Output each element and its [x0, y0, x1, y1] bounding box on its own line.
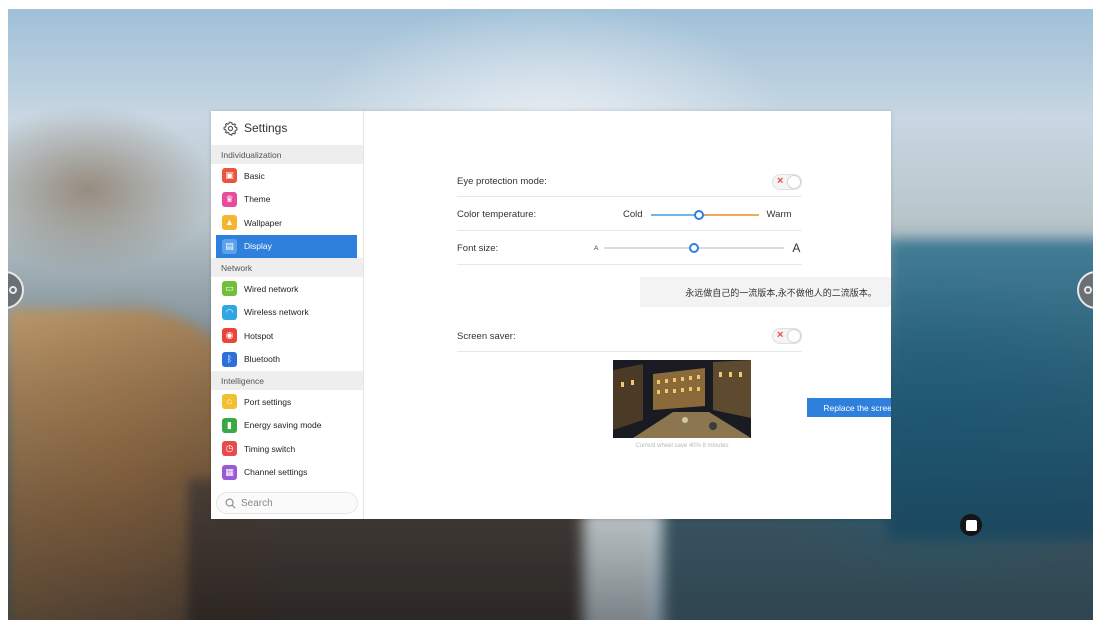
color-temperature-thumb[interactable] — [694, 209, 705, 220]
sidebar-item-label: Theme — [244, 194, 271, 205]
handle-dot-icon — [1084, 286, 1092, 294]
display-icon: ▤ — [222, 238, 237, 254]
sidebar-item-timing-switch[interactable]: ◷ Timing switch — [211, 437, 363, 461]
sidebar-item-theme[interactable]: ♛ Theme — [211, 188, 363, 212]
settings-window: Settings Individualization ▣ Basic ♛ The… — [211, 111, 891, 519]
sidebar-item-label: Hotspot — [244, 330, 274, 341]
eye-protection-label: Eye protection mode: — [457, 176, 547, 187]
sidebar-item-hotspot[interactable]: ◉ Hotspot — [211, 324, 363, 348]
screen-saver-row: Screen saver: × — [457, 321, 802, 352]
floating-menu-button[interactable] — [960, 514, 982, 536]
sidebar-search — [216, 492, 358, 514]
color-temperature-track[interactable] — [650, 209, 759, 220]
color-temperature-slider-area: Cold Warm — [623, 209, 792, 220]
screen-saver-caption: Current wheel save 40% 8 minutes — [635, 443, 729, 449]
city-night-image — [613, 360, 751, 438]
sidebar-title: Settings — [244, 121, 288, 135]
section-intelligence: Intelligence — [211, 371, 363, 390]
wallpaper-waterfall — [583, 509, 663, 620]
off-x-icon: × — [777, 174, 784, 187]
hotspot-icon: ◉ — [222, 328, 237, 344]
sidebar-item-wired-network[interactable]: ▭ Wired network — [211, 277, 363, 301]
sidebar-item-label: Bluetooth — [244, 354, 280, 365]
warm-label: Warm — [766, 209, 792, 220]
font-preview-text: 永远做自己的一流版本,永不做他人的二流版本。 — [640, 277, 891, 307]
sidebar-item-display[interactable]: ▤ Display — [216, 234, 357, 258]
font-size-slider-area: A A — [594, 241, 800, 255]
sidebar-item-label: Energy saving mode — [244, 420, 322, 431]
font-size-label: Font size: — [457, 243, 499, 254]
energy-saving-icon: ▮ — [222, 417, 237, 433]
screen-saver-thumbnail[interactable] — [613, 360, 751, 438]
sidebar-item-wireless-network[interactable]: ◠ Wireless network — [211, 301, 363, 325]
eye-protection-row: Eye protection mode: × — [457, 167, 802, 197]
color-temperature-row: Color temperature: Cold Warm — [457, 199, 802, 231]
font-size-thumb[interactable] — [689, 243, 700, 253]
wifi-icon: ◠ — [222, 304, 237, 320]
section-individualization: Individualization — [211, 145, 363, 164]
bluetooth-icon: ᛒ — [222, 351, 237, 367]
eye-protection-toggle[interactable]: × — [772, 173, 802, 190]
sidebar-item-wallpaper[interactable]: ▲ Wallpaper — [211, 211, 363, 235]
sidebar-header: Settings — [211, 111, 363, 145]
handle-dot-icon — [9, 286, 17, 294]
search-input[interactable] — [241, 497, 351, 509]
sidebar-item-label: Basic — [244, 170, 265, 181]
sidebar-item-label: Timing switch — [244, 443, 296, 454]
toggle-knob — [787, 174, 801, 189]
replace-screen-protector-button[interactable]: Replace the screen protector — [807, 398, 891, 417]
screen-saver-toggle[interactable]: × — [772, 328, 802, 344]
small-a-label: A — [594, 244, 599, 252]
wallpaper-icon: ▲ — [222, 215, 237, 231]
section-network: Network — [211, 258, 363, 277]
wallpaper-sea — [888, 239, 1093, 539]
sidebar-item-label: Display — [244, 241, 272, 252]
color-temperature-label: Color temperature: — [457, 209, 537, 220]
display-settings-pane: Eye protection mode: × Color temperature… — [364, 111, 891, 519]
sidebar-item-label: Wired network — [244, 283, 299, 294]
sidebar-item-label: Port settings — [244, 396, 292, 407]
off-x-icon: × — [777, 329, 784, 341]
timing-switch-icon: ◷ — [222, 441, 237, 457]
left-edge-handle[interactable] — [8, 271, 24, 309]
settings-sidebar: Settings Individualization ▣ Basic ♛ The… — [211, 111, 364, 519]
sidebar-item-label: Wallpaper — [244, 217, 282, 228]
channel-settings-icon: ▦ — [222, 464, 237, 480]
port-settings-icon: ⌂ — [222, 394, 237, 410]
cold-label: Cold — [623, 209, 643, 220]
sidebar-item-basic[interactable]: ▣ Basic — [211, 164, 363, 188]
search-icon — [225, 498, 236, 508]
sidebar-item-label: Wireless network — [244, 307, 309, 318]
sidebar-item-label: Channel settings — [244, 467, 308, 478]
font-size-track[interactable] — [604, 243, 785, 253]
toggle-knob — [787, 329, 801, 343]
screen-saver-label: Screen saver: — [457, 330, 516, 342]
sidebar-item-bluetooth[interactable]: ᛒ Bluetooth — [211, 348, 363, 372]
large-a-label: A — [792, 241, 801, 255]
sidebar-item-energy-saving[interactable]: ▮ Energy saving mode — [211, 414, 363, 438]
sidebar-item-port-settings[interactable]: ⌂ Port settings — [211, 390, 363, 414]
gear-icon — [223, 121, 238, 136]
basic-icon: ▣ — [222, 168, 237, 184]
wired-network-icon: ▭ — [222, 281, 237, 297]
sidebar-item-channel-settings[interactable]: ▦ Channel settings — [211, 461, 363, 485]
theme-icon: ♛ — [222, 191, 237, 207]
square-icon — [965, 519, 977, 531]
font-size-row: Font size: A A — [457, 233, 802, 265]
